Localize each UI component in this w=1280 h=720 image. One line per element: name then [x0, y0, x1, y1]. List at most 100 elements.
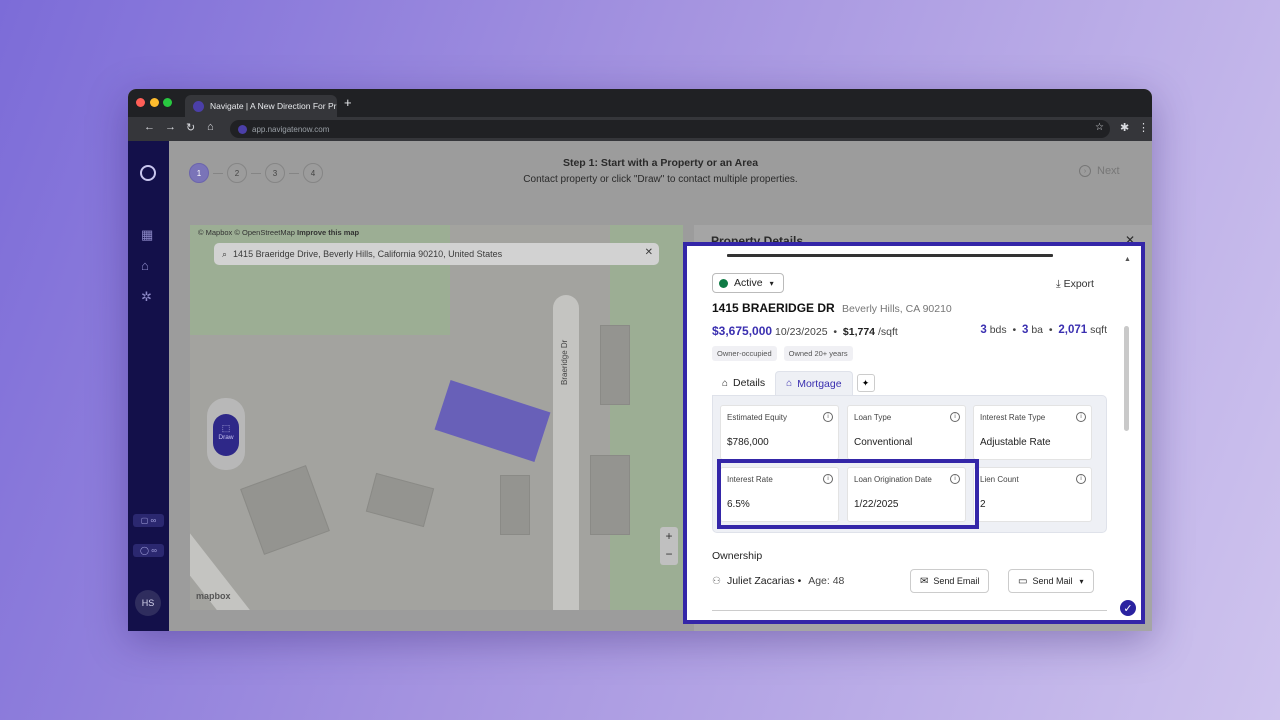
step-connector [213, 172, 223, 174]
mortgage-cell-loan-type: Loan Type i Conventional [847, 405, 966, 460]
settings-icon[interactable]: ✲ [141, 289, 152, 305]
status-dropdown[interactable]: Active ▾ [712, 273, 784, 293]
cell-value: 2 [980, 499, 986, 510]
step-title: Step 1: Start with a Property or an Area [562, 157, 759, 169]
postcard-icon: ▭ [1018, 575, 1028, 587]
draw-button[interactable]: ⬚ Draw [213, 414, 239, 456]
next-button[interactable]: › Next [1079, 165, 1120, 177]
browser-toolbar: ← → ↻ ⌂ app.navigatenow.com ☆ ✱ ⋮ [128, 117, 1152, 141]
sidebar-chip-1[interactable]: ▢ ∞ [133, 514, 164, 527]
forward-icon[interactable]: → [165, 121, 176, 133]
minimize-window-icon[interactable] [150, 98, 159, 107]
step-header: Step 1: Start with a Property or an Area… [409, 157, 912, 185]
cell-value: Adjustable Rate [980, 437, 1051, 448]
mortgage-cell-interest-rate-type: Interest Rate Type i Adjustable Rate [973, 405, 1092, 460]
step-subtitle: Contact property or click "Draw" to cont… [523, 174, 798, 185]
send-email-button[interactable]: ✉ Send Email [910, 569, 990, 593]
bookmark-star-icon[interactable]: ☆ [1095, 122, 1104, 133]
pin-icon[interactable]: ✦ [856, 374, 875, 392]
step-3[interactable]: 3 [265, 163, 285, 183]
browser-tab[interactable]: Navigate | A New Direction For Pr [185, 95, 337, 117]
sqft-count: 2,071 [1058, 324, 1088, 336]
new-tab-button[interactable]: + [344, 95, 352, 110]
extensions-icon[interactable]: ✱ [1120, 121, 1129, 134]
map-building [240, 465, 330, 555]
separator: • [1009, 324, 1020, 336]
browser-tab-title: Navigate | A New Direction For Pr [210, 101, 337, 111]
mortgage-house-icon: ⌂ [786, 378, 793, 389]
status-label: Active [734, 277, 763, 289]
app-logo-icon[interactable] [140, 165, 156, 181]
info-icon[interactable]: i [1076, 474, 1086, 484]
separator: • [1045, 324, 1056, 336]
zoom-out-button[interactable]: − [660, 545, 678, 563]
map-icon[interactable]: ▦ [141, 227, 153, 243]
cell-label: Interest Rate Type [980, 413, 1046, 422]
separator: • [794, 575, 805, 587]
map-building [600, 325, 630, 405]
owner-row: ⚇ Juliet Zacarias • Age: 48 [712, 575, 844, 587]
scroll-up-icon[interactable]: ▲ [1124, 256, 1131, 263]
beds-count: 3 [980, 324, 987, 336]
property-tags: Owner-occupied Owned 20+ years [712, 346, 860, 361]
panel-scrollbar[interactable] [1124, 326, 1129, 431]
draw-label: Draw [218, 434, 234, 441]
maximize-window-icon[interactable] [163, 98, 172, 107]
info-icon[interactable]: i [950, 412, 960, 422]
address-bar-url: app.navigatenow.com [252, 124, 330, 134]
map-building [500, 475, 530, 535]
sale-date: 10/23/2025 [774, 326, 828, 338]
price-row: $3,675,000 10/23/2025 • $1,774 /sqft 3 b… [712, 324, 1107, 338]
map-park-area [190, 225, 450, 335]
price-per-sqft: $1,774 [842, 326, 876, 338]
tab-mortgage-label: Mortgage [797, 377, 842, 390]
send-mail-label: Send Mail [1032, 576, 1073, 586]
cell-value: $786,000 [727, 437, 769, 448]
mail-icon: ✉ [920, 575, 929, 587]
reload-icon[interactable]: ↻ [186, 121, 195, 134]
step-1[interactable]: 1 [189, 163, 209, 183]
improve-map-link[interactable]: Improve this map [297, 228, 359, 237]
home-icon[interactable]: ⌂ [207, 121, 214, 133]
close-window-icon[interactable] [136, 98, 145, 107]
site-info-icon[interactable] [238, 124, 247, 134]
clear-search-icon[interactable]: ✕ [645, 247, 653, 258]
selected-property-building[interactable] [434, 380, 551, 462]
draw-control: ⬚ Draw [207, 398, 245, 470]
map-attribution: © Mapbox © OpenStreetMap Improve this ma… [198, 228, 359, 237]
home-nav-icon[interactable]: ⌂ [141, 258, 149, 273]
zoom-in-button[interactable]: + [660, 527, 678, 545]
back-icon[interactable]: ← [144, 121, 155, 133]
property-stats: 3 bds • 3 ba • 2,071 sqft [980, 324, 1107, 336]
cell-label: Loan Type [854, 413, 892, 422]
map-canvas[interactable]: © Mapbox © OpenStreetMap Improve this ma… [190, 225, 683, 610]
ownership-heading: Ownership [712, 550, 763, 562]
info-icon[interactable]: i [1076, 412, 1086, 422]
browser-menu-icon[interactable]: ⋮ [1138, 121, 1149, 134]
sidebar-chip-2[interactable]: ◯ ∞ [133, 544, 164, 557]
city-state-zip: Beverly Hills, CA 90210 [842, 303, 952, 315]
search-icon: ⌕ [222, 248, 228, 259]
step-4[interactable]: 4 [303, 163, 323, 183]
tab-mortgage[interactable]: ⌂ Mortgage [775, 371, 853, 395]
cell-label: Estimated Equity [727, 413, 788, 422]
send-mail-button[interactable]: ▭ Send Mail ▾ [1008, 569, 1094, 593]
step-2[interactable]: 2 [227, 163, 247, 183]
accessibility-icon[interactable]: ✓ [1118, 598, 1138, 618]
detail-tabs: ⌂ Details ⌂ Mortgage ✦ [712, 371, 875, 395]
user-avatar[interactable]: HS [135, 590, 161, 616]
price-per-sqft-unit: /sqft [877, 326, 898, 338]
photo-strip [727, 254, 1053, 257]
app-sidebar: ▦ ⌂ ✲ ▢ ∞ ◯ ∞ HS [128, 141, 169, 631]
tag-owned-years: Owned 20+ years [783, 346, 853, 361]
export-button[interactable]: ⤓ Export [1056, 278, 1094, 291]
address-bar[interactable]: app.navigatenow.com ☆ [230, 120, 1110, 138]
sale-price: $3,675,000 [712, 324, 773, 338]
baths-unit: ba [1031, 324, 1043, 336]
house-icon: ⌂ [722, 377, 729, 389]
export-label: Export [1063, 278, 1094, 290]
tab-details[interactable]: ⌂ Details [712, 371, 775, 395]
info-icon[interactable]: i [823, 412, 833, 422]
address-search-input[interactable]: ⌕ 1415 Braeridge Drive, Beverly Hills, C… [214, 243, 659, 265]
beds-unit: bds [989, 324, 1007, 336]
